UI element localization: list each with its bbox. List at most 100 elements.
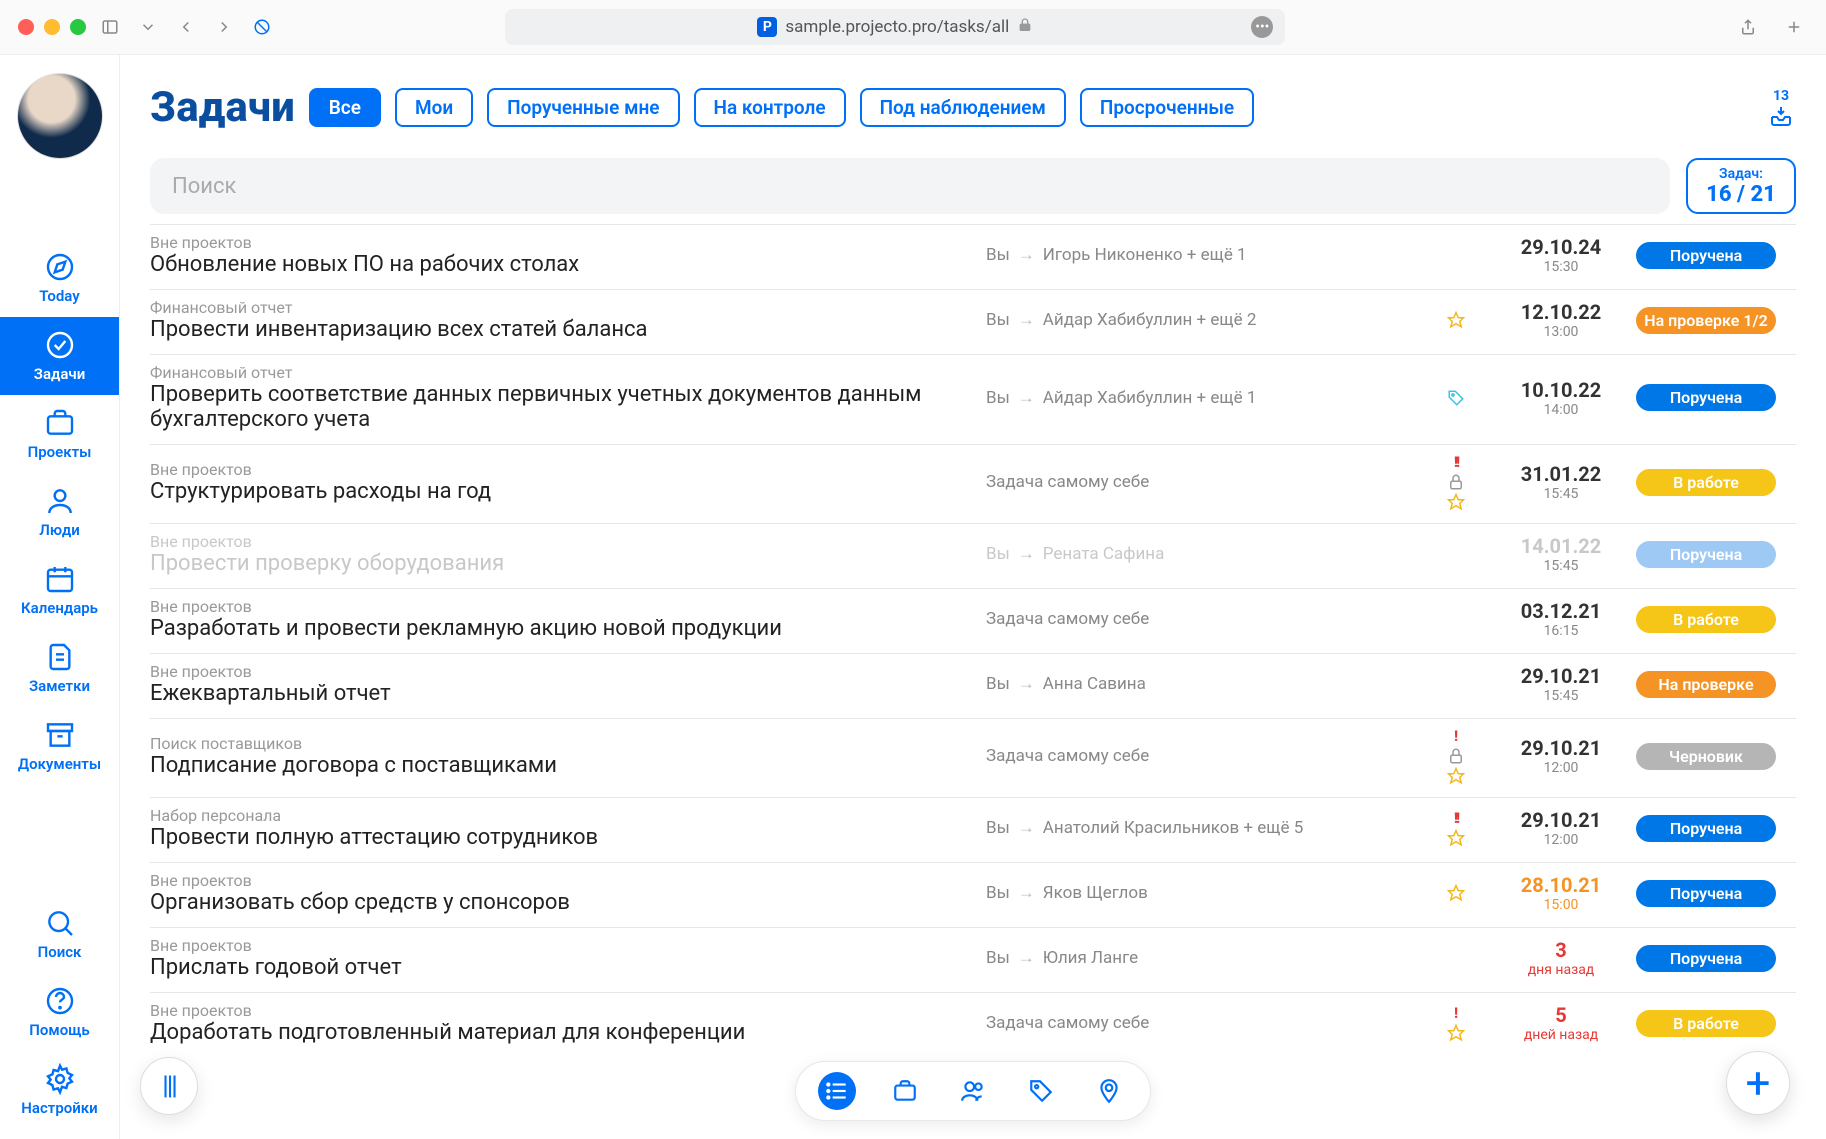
task-time: дней назад [1496, 1027, 1626, 1043]
task-row[interactable]: Финансовый отчетПроверить соответствие д… [150, 354, 1796, 444]
sidebar-item-label: Настройки [21, 1099, 97, 1117]
search-icon [44, 907, 76, 939]
minimize-icon[interactable] [44, 19, 60, 35]
task-assigner: Вы [986, 883, 1010, 903]
pin-icon [1096, 1078, 1122, 1104]
archive-icon [44, 719, 76, 751]
task-title: Разработать и провести рекламную акцию н… [150, 616, 976, 641]
sidebar-item-documents[interactable]: Документы [0, 707, 119, 785]
task-row[interactable]: Вне проектовЕжеквартальный отчетВы→Анна … [150, 653, 1796, 718]
status-badge: На проверке [1636, 671, 1776, 698]
tool-people[interactable] [954, 1072, 992, 1110]
close-icon[interactable] [18, 19, 34, 35]
more-icon[interactable]: ••• [1251, 16, 1273, 38]
task-time: 15:45 [1496, 486, 1626, 502]
tag-icon [1028, 1078, 1054, 1104]
task-date: 29.10.21 [1496, 664, 1626, 688]
filter-control[interactable]: На контроле [694, 88, 846, 127]
task-row[interactable]: Финансовый отчетПровести инвентаризацию … [150, 289, 1796, 354]
task-indicators [1426, 311, 1486, 329]
sidebar-item-notes[interactable]: Заметки [0, 629, 119, 707]
browser-toolbar: P sample.projecto.pro/tasks/all ••• [0, 0, 1826, 55]
tool-projects[interactable] [886, 1072, 924, 1110]
task-assignment: Вы→Айдар Хабибуллин + ещё 1 [986, 388, 1416, 408]
task-list: Вне проектовОбновление новых ПО на рабоч… [150, 224, 1796, 1112]
sidebar-item-help[interactable]: Помощь [0, 973, 119, 1051]
share-icon[interactable] [1734, 13, 1762, 41]
task-date: 28.10.21 [1496, 873, 1626, 897]
person-icon [44, 485, 76, 517]
task-row[interactable]: Вне проектовПрислать годовой отчетВы→Юли… [150, 927, 1796, 992]
task-row[interactable]: Вне проектовРазработать и провести рекла… [150, 588, 1796, 653]
task-title: Доработать подготовленный материал для к… [150, 1020, 976, 1045]
task-counter: Задач: 16 / 21 [1686, 158, 1796, 214]
task-project: Вне проектов [150, 662, 976, 681]
sidebar-item-search[interactable]: Поиск [0, 895, 119, 973]
task-row[interactable]: Вне проектовОрганизовать сбор средств у … [150, 862, 1796, 927]
task-row[interactable]: Набор персоналаПровести полную аттестаци… [150, 797, 1796, 862]
task-row[interactable]: Поиск поставщиковПодписание договора с п… [150, 718, 1796, 797]
task-project: Вне проектов [150, 1001, 976, 1020]
briefcase-icon [44, 407, 76, 439]
people-icon [960, 1078, 986, 1104]
sidebar-item-today[interactable]: Today [0, 239, 119, 317]
sidebar-item-people[interactable]: Люди [0, 473, 119, 551]
sidebar-toggle-icon[interactable] [96, 13, 124, 41]
task-row[interactable]: Вне проектовДоработать подготовленный ма… [150, 992, 1796, 1057]
status-badge: Поручена [1636, 945, 1776, 972]
task-time: 16:15 [1496, 623, 1626, 639]
columns-fab[interactable]: ||| [140, 1057, 198, 1115]
filter-my[interactable]: Мои [395, 88, 473, 127]
filter-all[interactable]: Все [309, 88, 381, 127]
help-icon [44, 985, 76, 1017]
app-icon[interactable] [248, 13, 276, 41]
forward-icon[interactable] [210, 13, 238, 41]
tool-list[interactable] [818, 1072, 856, 1110]
maximize-icon[interactable] [70, 19, 86, 35]
task-time: 15:45 [1496, 558, 1626, 574]
tool-tags[interactable] [1022, 1072, 1060, 1110]
new-tab-icon[interactable] [1780, 13, 1808, 41]
filter-overdue[interactable]: Просроченные [1080, 88, 1254, 127]
inbox-count: 13 [1773, 88, 1789, 104]
arrow-icon: → [1018, 544, 1035, 564]
status-badge: Поручена [1636, 384, 1776, 411]
add-fab[interactable]: + [1726, 1051, 1790, 1115]
status-badge: Поручена [1636, 815, 1776, 842]
status-badge: В работе [1636, 1010, 1776, 1037]
arrow-icon: → [1018, 388, 1035, 408]
task-assignment: Вы→Айдар Хабибуллин + ещё 2 [986, 310, 1416, 330]
task-assignee: Задача самому себе [986, 1013, 1149, 1033]
back-icon[interactable] [172, 13, 200, 41]
task-title: Провести проверку оборудования [150, 551, 976, 576]
task-time: 15:45 [1496, 688, 1626, 704]
sidebar-item-settings[interactable]: Настройки [0, 1051, 119, 1129]
briefcase-icon [892, 1078, 918, 1104]
sidebar-item-tasks[interactable]: Задачи [0, 317, 119, 395]
task-date: 29.10.21 [1496, 808, 1626, 832]
task-assignment: Вы→Юлия Ланге [986, 948, 1416, 968]
tool-location[interactable] [1090, 1072, 1128, 1110]
task-title: Структурировать расходы на год [150, 479, 976, 504]
task-time: 14:00 [1496, 402, 1626, 418]
task-row[interactable]: Вне проектовОбновление новых ПО на рабоч… [150, 224, 1796, 289]
task-project: Вне проектов [150, 597, 976, 616]
task-indicators: !! [1426, 453, 1486, 511]
status-badge: Поручена [1636, 541, 1776, 568]
avatar[interactable] [17, 73, 103, 159]
task-row[interactable]: Вне проектовПровести проверку оборудован… [150, 523, 1796, 588]
sidebar-item-projects[interactable]: Проекты [0, 395, 119, 473]
filter-assigned[interactable]: Порученные мне [487, 88, 679, 127]
sidebar-item-label: Люди [39, 521, 80, 539]
task-assignee: Игорь Никоненко + ещё 1 [1043, 245, 1247, 265]
filter-watching[interactable]: Под наблюдением [860, 88, 1066, 127]
chevron-down-icon[interactable] [134, 13, 162, 41]
counter-value: 16 / 21 [1706, 182, 1776, 207]
search-input[interactable] [150, 158, 1670, 214]
sidebar-item-calendar[interactable]: Календарь [0, 551, 119, 629]
arrow-icon: → [1018, 674, 1035, 694]
url-bar[interactable]: P sample.projecto.pro/tasks/all ••• [505, 9, 1285, 45]
task-assignment: Вы→Рената Сафина [986, 544, 1416, 564]
task-row[interactable]: Вне проектовСтруктурировать расходы на г… [150, 444, 1796, 523]
inbox-button[interactable]: 13 [1766, 88, 1796, 128]
